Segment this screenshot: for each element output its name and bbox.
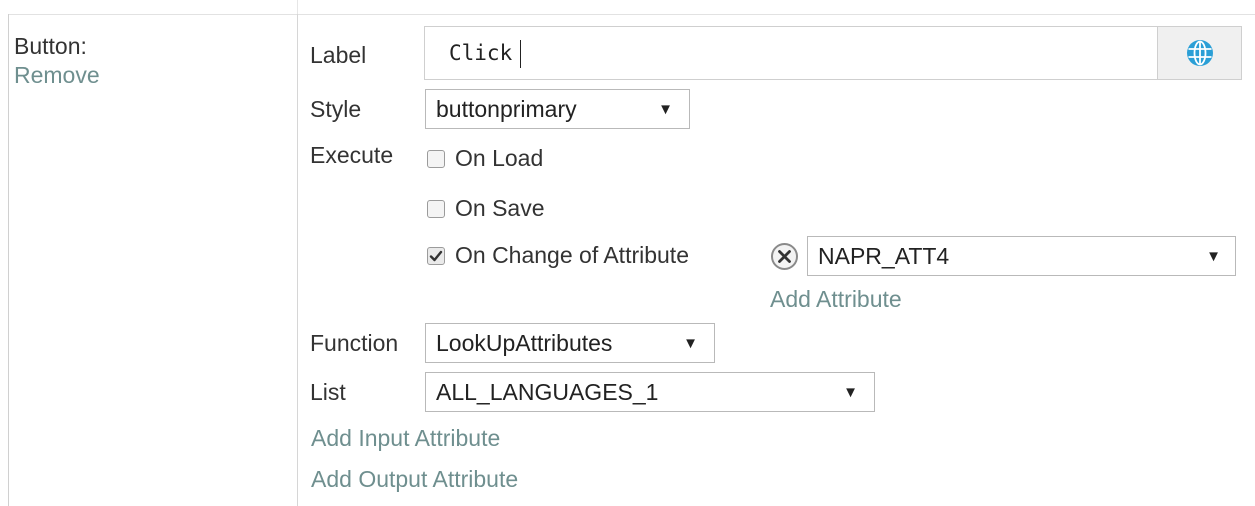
on-load-checkbox[interactable] (427, 149, 445, 168)
list-select[interactable]: ALL_LANGUAGES_1 ▼ (425, 372, 875, 412)
attribute-select-value: NAPR_ATT4 (818, 242, 950, 269)
on-save-row: On Save (427, 195, 545, 222)
on-change-row: On Change of Attribute (427, 242, 689, 269)
on-load-row: On Load (427, 145, 543, 172)
chevron-down-icon: ▼ (843, 383, 858, 401)
attribute-select[interactable]: NAPR_ATT4 ▼ (807, 236, 1236, 276)
function-caption: Function (310, 330, 399, 356)
translate-button[interactable] (1157, 27, 1241, 79)
column-divider (297, 14, 298, 506)
add-input-attribute-link[interactable]: Add Input Attribute (311, 425, 500, 451)
top-divider (8, 14, 1255, 15)
label-input[interactable] (425, 27, 1157, 79)
checkmark-icon (429, 250, 443, 261)
list-select-value: ALL_LANGUAGES_1 (436, 378, 659, 405)
label-field (424, 26, 1242, 80)
add-attribute-link[interactable]: Add Attribute (770, 286, 902, 312)
style-caption: Style (310, 96, 362, 122)
column-tick (297, 0, 298, 14)
style-select-value: buttonprimary (436, 95, 577, 122)
add-output-attribute-link[interactable]: Add Output Attribute (311, 466, 518, 492)
on-save-label: On Save (455, 195, 545, 221)
list-caption: List (310, 379, 346, 405)
left-divider (8, 14, 9, 506)
globe-icon (1186, 40, 1213, 66)
on-save-checkbox[interactable] (427, 199, 445, 218)
label-caption: Label (310, 42, 367, 68)
text-caret (520, 40, 521, 68)
close-circle-icon[interactable] (770, 242, 799, 271)
function-select[interactable]: LookUpAttributes ▼ (425, 323, 715, 363)
style-select[interactable]: buttonprimary ▼ (425, 89, 690, 129)
on-load-label: On Load (455, 145, 544, 171)
remove-link[interactable]: Remove (14, 62, 100, 88)
chevron-down-icon: ▼ (1206, 247, 1221, 265)
button-title: Button: (14, 33, 87, 59)
execute-caption: Execute (310, 142, 394, 168)
on-change-checkbox[interactable] (427, 246, 445, 265)
chevron-down-icon: ▼ (683, 334, 698, 352)
on-change-label: On Change of Attribute (455, 242, 689, 268)
chevron-down-icon: ▼ (658, 100, 673, 118)
function-select-value: LookUpAttributes (436, 329, 613, 356)
